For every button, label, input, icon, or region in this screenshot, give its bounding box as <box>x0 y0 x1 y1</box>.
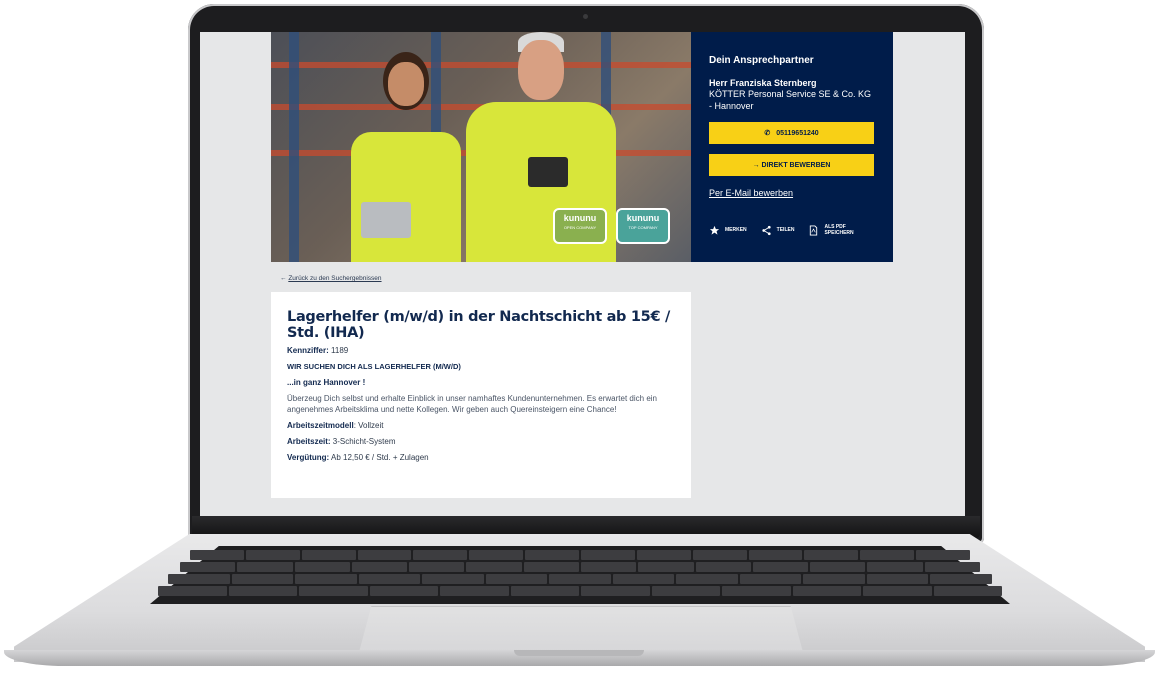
job-model-label: Arbeitszeitmodell <box>287 421 354 430</box>
job-time-row: Arbeitszeit: 3-Schicht-System <box>287 437 675 446</box>
job-pay-value: Ab 12,50 € / Std. + Zulagen <box>331 453 429 462</box>
bookmark-label: MERKEN <box>725 227 747 233</box>
key-row <box>158 586 1002 596</box>
job-title: Lagerhelfer (m/w/d) in der Nachtschicht … <box>287 309 670 341</box>
back-to-results-link[interactable]: ← Zurück zu den Suchergebnissen <box>280 275 382 282</box>
pdf-icon <box>810 224 818 236</box>
share-button[interactable]: TEILEN <box>761 225 795 236</box>
hero-image: kununu OPEN COMPANY kununu TOP COMPANY <box>271 32 691 262</box>
pdf-button[interactable]: ALS PDF SPEICHERN <box>808 224 854 236</box>
contact-company: KÖTTER Personal Service SE & Co. KG - Ha… <box>709 89 872 111</box>
contact-panel: Dein Ansprechpartner Herr Franziska Ster… <box>691 32 893 262</box>
phone-icon: ✆ <box>764 130 771 137</box>
pdf-label: ALS PDF SPEICHERN <box>824 224 854 236</box>
browser-viewport: kununu OPEN COMPANY kununu TOP COMPANY D… <box>200 32 965 516</box>
share-label: TEILEN <box>776 227 795 233</box>
job-pay-label: Vergütung: <box>287 453 330 462</box>
arrow-left-icon: ← <box>280 275 287 282</box>
laptop-mockup: kununu OPEN COMPANY kununu TOP COMPANY D… <box>0 0 1159 679</box>
star-icon <box>709 225 720 235</box>
job-subline: ...in ganz Hannover ! <box>287 378 366 387</box>
job-id-row: Kennziffer: 1189 <box>287 346 675 355</box>
trackpad <box>358 606 804 656</box>
apply-button[interactable]: → DIREKT BEWERBEN <box>709 154 874 176</box>
job-model-value: : Vollzeit <box>353 421 384 430</box>
back-link-label: Zurück zu den Suchergebnissen <box>288 275 382 282</box>
action-bar: MERKEN TEILEN ALS PDF SPEICHERN <box>709 224 875 236</box>
job-time-label: Arbeitszeit: <box>287 437 331 446</box>
call-button[interactable]: ✆ 05119651240 <box>709 122 874 144</box>
apply-label: → DIREKT BEWERBEN <box>752 161 831 169</box>
job-id-label: Kennziffer: <box>287 346 329 355</box>
job-model-row: Arbeitszeitmodell: Vollzeit <box>287 421 675 430</box>
kununu-open-badge: kununu OPEN COMPANY <box>553 208 607 244</box>
key-row <box>168 574 992 584</box>
worker-woman <box>351 52 461 262</box>
contact-heading: Dein Ansprechpartner <box>709 55 814 66</box>
job-card: Lagerhelfer (m/w/d) in der Nachtschicht … <box>271 292 691 498</box>
job-headline: WIR SUCHEN DICH ALS LAGERHELFER (M/W/D) <box>287 362 461 371</box>
bookmark-button[interactable]: MERKEN <box>709 225 747 236</box>
job-pay-row: Vergütung: Ab 12,50 € / Std. + Zulagen <box>287 453 675 462</box>
job-time-value: 3-Schicht-System <box>332 437 396 446</box>
key-row <box>180 562 980 572</box>
phone-number: 05119651240 <box>776 129 819 137</box>
share-icon <box>762 225 771 235</box>
kununu-top-badge: kununu TOP COMPANY <box>616 208 670 244</box>
contact-name: Herr Franziska Sternberg <box>709 78 817 88</box>
email-apply-link[interactable]: Per E-Mail bewerben <box>709 188 875 198</box>
job-id-value: 1189 <box>331 346 349 355</box>
lid-notch <box>514 650 644 656</box>
webcam <box>583 14 588 19</box>
job-intro: Überzeug Dich selbst und erhalte Einblic… <box>287 394 657 414</box>
key-row <box>190 550 971 560</box>
